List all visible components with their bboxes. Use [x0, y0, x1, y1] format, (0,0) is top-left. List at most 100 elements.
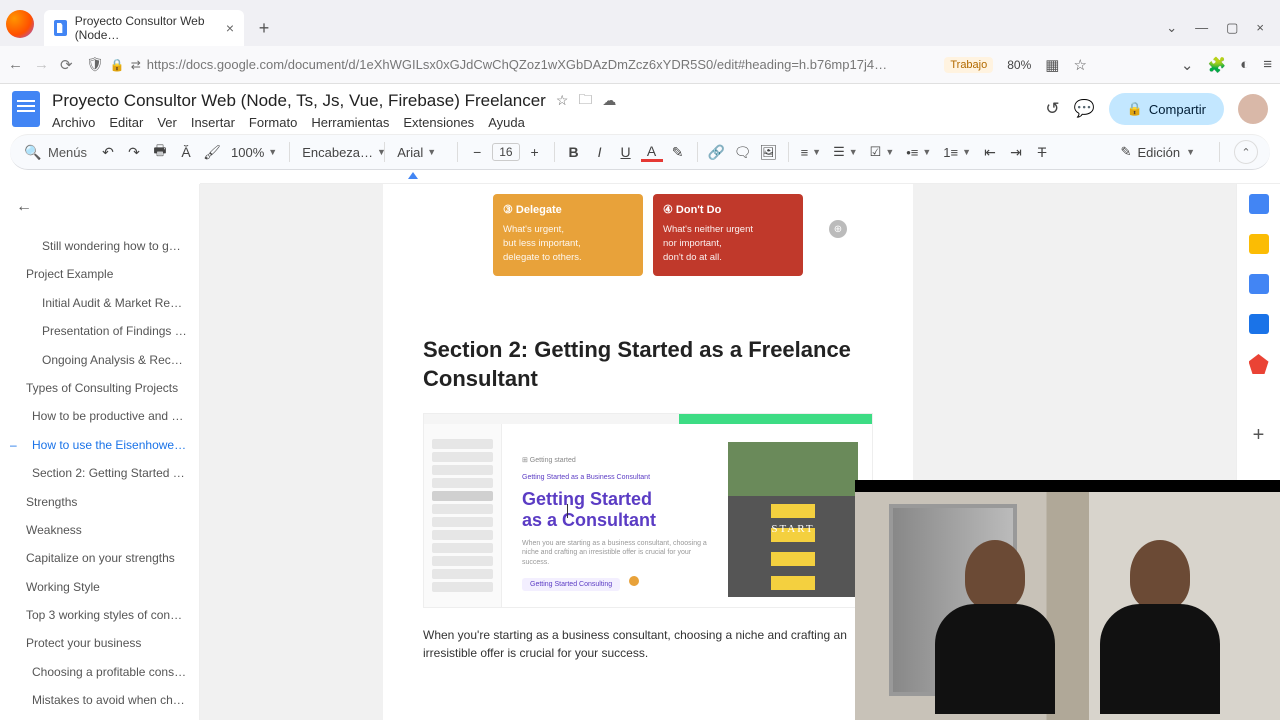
star-icon[interactable]: ☆	[556, 92, 569, 109]
font-size-increase-icon[interactable]: +	[524, 144, 546, 160]
address-bar[interactable]: 🛡 🔒 ⇄ https://docs.google.com/document/d…	[86, 56, 934, 73]
document-title[interactable]: Proyecto Consultor Web (Node, Ts, Js, Vu…	[52, 91, 546, 111]
outline-item[interactable]: Still wondering how to get p…	[4, 232, 195, 260]
cloud-status-icon[interactable]: ☁	[602, 92, 616, 109]
keep-icon[interactable]	[1249, 234, 1269, 254]
font-size-decrease-icon[interactable]: −	[466, 144, 488, 160]
outline-item[interactable]: Section 2: Getting Started as a Fr…	[4, 459, 195, 487]
indent-marker-icon[interactable]	[408, 172, 418, 179]
embedded-figure[interactable]: ⊞ Getting started Getting Started as a B…	[423, 413, 873, 608]
outline-item[interactable]: Mistakes to avoid when choosing…	[4, 686, 195, 714]
comments-icon[interactable]: 💬	[1074, 99, 1095, 119]
shield-icon[interactable]: 🛡	[86, 56, 104, 73]
outline-item[interactable]: How to use the Eisenhower Matrix	[4, 431, 195, 459]
nav-back-icon[interactable]: ←	[8, 56, 24, 73]
undo-icon[interactable]: ↶	[97, 144, 119, 161]
outline-item[interactable]: Types of Consulting Projects	[4, 374, 195, 402]
outline-item[interactable]: Initial Audit & Market Resear…	[4, 289, 195, 317]
outline-item[interactable]: Ongoing Analysis & Recom…	[4, 346, 195, 374]
paint-format-icon[interactable]: 🖌	[201, 144, 223, 161]
menu-ayuda[interactable]: Ayuda	[488, 115, 525, 130]
tasks-icon[interactable]	[1249, 274, 1269, 294]
body-paragraph[interactable]: When you're starting as a business consu…	[423, 626, 873, 662]
outline-item[interactable]: Choosing a profitable consulting …	[4, 658, 195, 686]
outline-item[interactable]: Capitalize on your strengths	[4, 544, 195, 572]
apps-icon[interactable]: ▦	[1045, 56, 1059, 74]
indent-decrease-icon[interactable]: ⇤	[979, 144, 1001, 161]
search-menus-label[interactable]: Menús	[48, 145, 87, 160]
outline-item[interactable]: Project Example	[4, 260, 195, 288]
outline-item[interactable]: Top 3 working styles of consul…	[4, 601, 195, 629]
text-color-icon[interactable]: A	[641, 143, 663, 162]
font-select[interactable]: Arial▼	[393, 145, 449, 160]
menu-archivo[interactable]: Archivo	[52, 115, 95, 130]
move-icon[interactable]: 🗀	[578, 89, 592, 113]
account-icon[interactable]: ◐	[1240, 56, 1249, 73]
outline-item[interactable]: Aligning yourself with an establis…	[4, 715, 195, 720]
insert-image-icon[interactable]: 🖼	[758, 144, 780, 161]
outline-item[interactable]: Strengths	[4, 488, 195, 516]
underline-icon[interactable]: U	[615, 144, 637, 160]
add-comment-icon[interactable]: 🗨	[732, 144, 754, 161]
italic-icon[interactable]: I	[589, 144, 611, 160]
tab-close-icon[interactable]: ×	[226, 20, 234, 36]
print-icon[interactable]: 🖶	[149, 140, 171, 164]
share-button[interactable]: 🔒 Compartir	[1109, 93, 1224, 125]
clear-formatting-icon[interactable]: T	[1031, 144, 1053, 160]
reload-icon[interactable]: ⟳	[60, 56, 76, 74]
lock-icon[interactable]: 🔒	[110, 58, 125, 72]
google-docs-logo-icon[interactable]	[12, 91, 40, 127]
menu-editar[interactable]: Editar	[109, 115, 143, 130]
extensions-icon[interactable]: 🧩	[1207, 56, 1226, 74]
bookmark-star-icon[interactable]: ☆	[1073, 56, 1086, 74]
chevron-down-icon[interactable]: ⌄	[1166, 20, 1177, 36]
menu-formato[interactable]: Formato	[249, 115, 297, 130]
permissions-icon[interactable]: ⇄	[131, 58, 141, 72]
numbered-list-icon[interactable]: 1≡▼	[939, 145, 975, 160]
outline-item[interactable]: How to be productive and have c…	[4, 402, 195, 430]
browser-tab[interactable]: Proyecto Consultor Web (Node… ×	[44, 10, 244, 46]
checklist-icon[interactable]: ☑▼	[866, 144, 899, 160]
indent-increase-icon[interactable]: ⇥	[1005, 144, 1027, 161]
workspace-tag[interactable]: Trabajo	[944, 57, 993, 73]
section-heading[interactable]: Section 2: Getting Started as a Freelanc…	[423, 336, 873, 393]
highlight-icon[interactable]: ✎	[667, 144, 689, 161]
window-close-icon[interactable]: ×	[1256, 20, 1264, 36]
font-size-input[interactable]: 16	[492, 143, 519, 161]
menu-extensiones[interactable]: Extensiones	[403, 115, 474, 130]
zoom-select[interactable]: 100%▼	[227, 145, 281, 160]
outline-item[interactable]: Weakness	[4, 516, 195, 544]
redo-icon[interactable]: ↷	[123, 144, 145, 161]
window-minimize-icon[interactable]: —	[1195, 20, 1208, 36]
align-select[interactable]: ≡▼	[797, 145, 826, 160]
maps-icon[interactable]	[1249, 354, 1269, 374]
window-restore-icon[interactable]: ▢	[1226, 20, 1238, 36]
insert-link-icon[interactable]: 🔗	[706, 144, 728, 161]
calendar-icon[interactable]	[1249, 194, 1269, 214]
spellcheck-icon[interactable]: Ă	[175, 144, 197, 160]
menu-herramientas[interactable]: Herramientas	[311, 115, 389, 130]
history-icon[interactable]: ↺	[1045, 99, 1059, 119]
outline-item[interactable]: Protect your business	[4, 629, 195, 657]
menu-insertar[interactable]: Insertar	[191, 115, 235, 130]
search-icon[interactable]: 🔍	[22, 144, 44, 161]
new-tab-button[interactable]: +	[250, 14, 278, 42]
zoom-level[interactable]: 80%	[1007, 58, 1031, 72]
pocket-icon[interactable]: ⌄	[1181, 56, 1194, 74]
paragraph-style-select[interactable]: Encabeza…▼	[298, 145, 376, 160]
outline-collapse-icon[interactable]: ←	[4, 192, 195, 222]
add-addon-icon[interactable]: +	[1253, 424, 1265, 447]
bulleted-list-icon[interactable]: •≡▼	[902, 145, 935, 160]
outline-item[interactable]: Presentation of Findings & S…	[4, 317, 195, 345]
menu-icon[interactable]: ≡	[1263, 56, 1272, 73]
editing-mode-select[interactable]: ✎ Edición ▼	[1111, 140, 1205, 164]
horizontal-ruler[interactable]	[200, 170, 1280, 184]
bold-icon[interactable]: B	[563, 144, 585, 160]
comment-marker-icon[interactable]: ⊕	[829, 220, 847, 238]
contacts-icon[interactable]	[1249, 314, 1269, 334]
menu-ver[interactable]: Ver	[157, 115, 177, 130]
outline-item[interactable]: Working Style	[4, 573, 195, 601]
line-spacing-select[interactable]: ☰▼	[829, 144, 862, 160]
user-avatar[interactable]	[1238, 94, 1268, 124]
collapse-toolbar-icon[interactable]: ⌃	[1234, 140, 1258, 164]
